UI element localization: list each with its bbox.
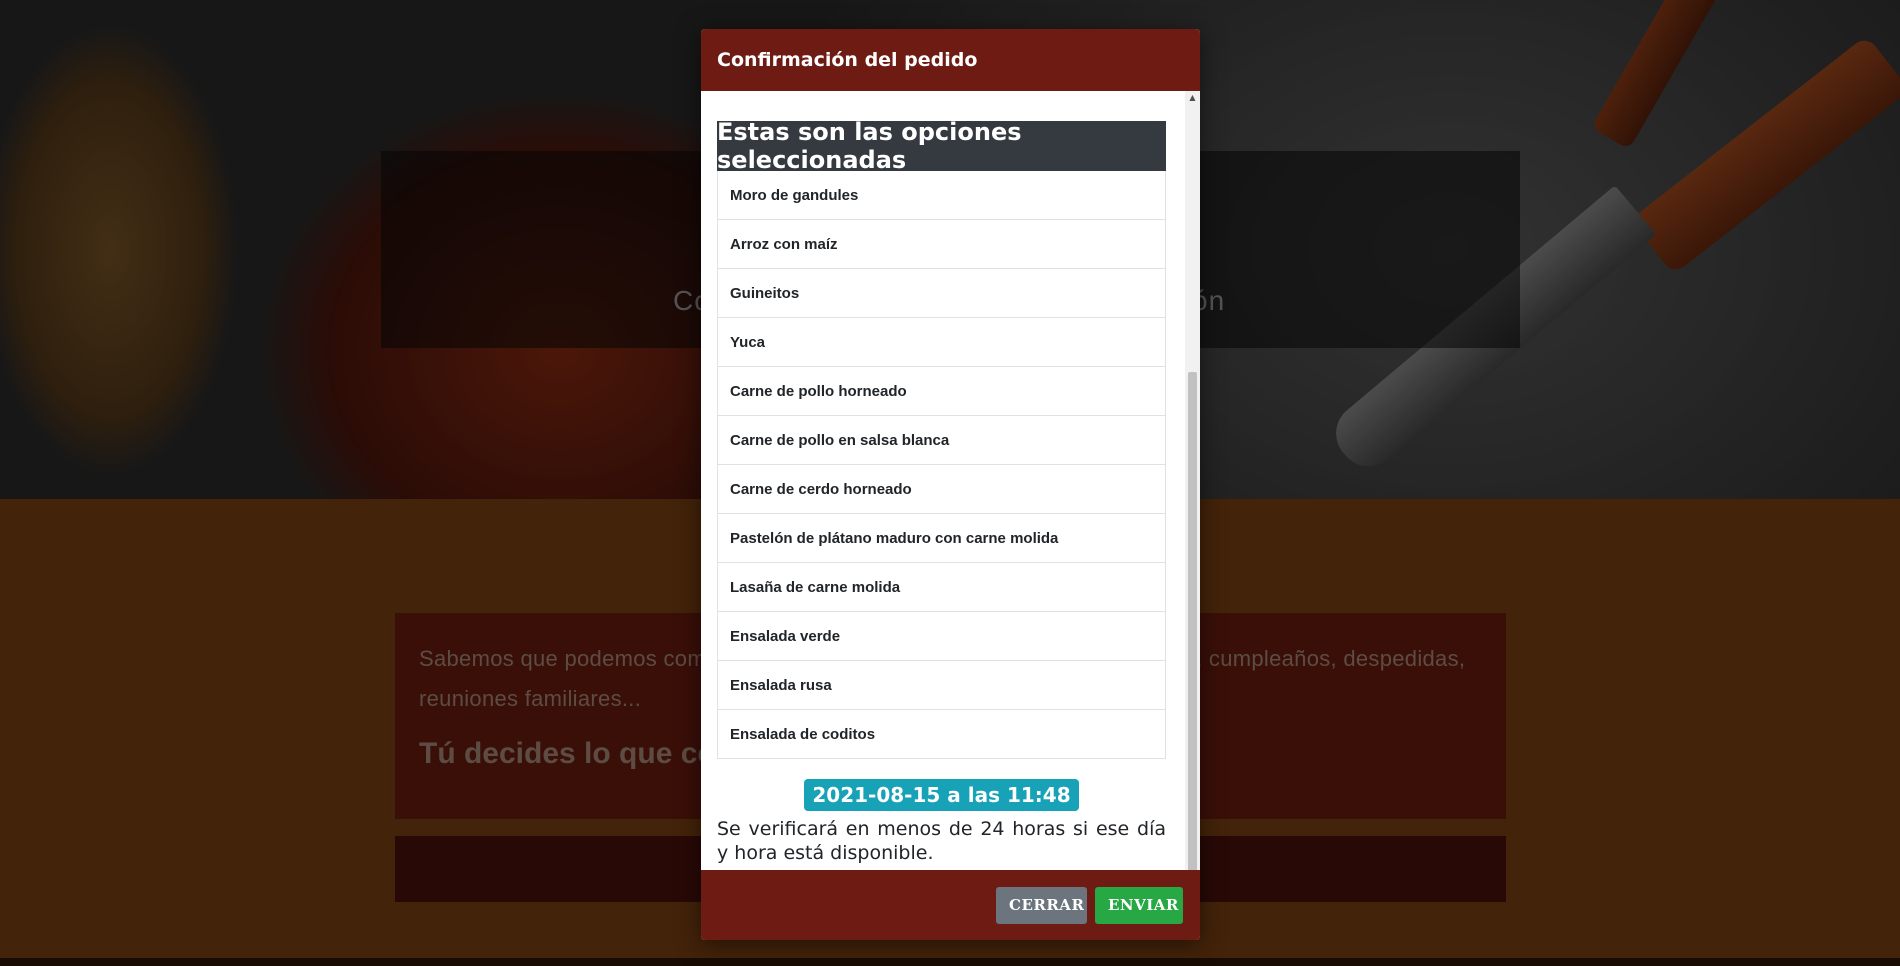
selected-options-title: Estas son las opciones seleccionadas [717, 118, 1022, 174]
list-item: Moro de gandules [718, 171, 1165, 220]
availability-note: Se verificará en menos de 24 horas si es… [717, 818, 1166, 864]
modal-body[interactable]: Estas son las opciones seleccionadas Mor… [701, 91, 1200, 898]
modal-scroll-content: Estas son las opciones seleccionadas Mor… [717, 118, 1166, 865]
modal-title: Confirmación del pedido [717, 49, 978, 71]
close-button[interactable]: CERRAR [996, 886, 1087, 924]
modal-footer: CERRAR ENVIAR [701, 870, 1200, 940]
order-confirmation-modal: Confirmación del pedido Estas son las op… [701, 29, 1200, 940]
send-button[interactable]: ENVIAR [1095, 886, 1183, 924]
list-item: Arroz con maíz [718, 220, 1165, 269]
modal-header: Confirmación del pedido [701, 29, 1200, 91]
scroll-up-arrow-icon[interactable]: ▲ [1185, 91, 1200, 105]
list-item: Carne de cerdo horneado [718, 465, 1165, 514]
list-item: Pastelón de plátano maduro con carne mol… [718, 514, 1165, 563]
list-item: Ensalada verde [718, 612, 1165, 661]
selected-options-header: Estas son las opciones seleccionadas [717, 118, 1166, 174]
list-item: Yuca [718, 318, 1165, 367]
date-badge: 2021-08-15 a las 11:48 [804, 779, 1079, 811]
list-item: Ensalada rusa [718, 661, 1165, 710]
list-item: Carne de pollo en salsa blanca [718, 416, 1165, 465]
modal-scrollbar[interactable]: ▲ ▼ [1185, 91, 1200, 898]
list-item: Carne de pollo horneado [718, 367, 1165, 416]
list-item: Guineitos [718, 269, 1165, 318]
scroll-thumb[interactable] [1188, 372, 1197, 882]
date-wrap: 2021-08-15 a las 11:48 [717, 779, 1166, 811]
selected-options-list: Moro de gandules Arroz con maíz Guineito… [717, 171, 1166, 759]
list-item: Lasaña de carne molida [718, 563, 1165, 612]
list-item: Ensalada de coditos [718, 710, 1165, 759]
